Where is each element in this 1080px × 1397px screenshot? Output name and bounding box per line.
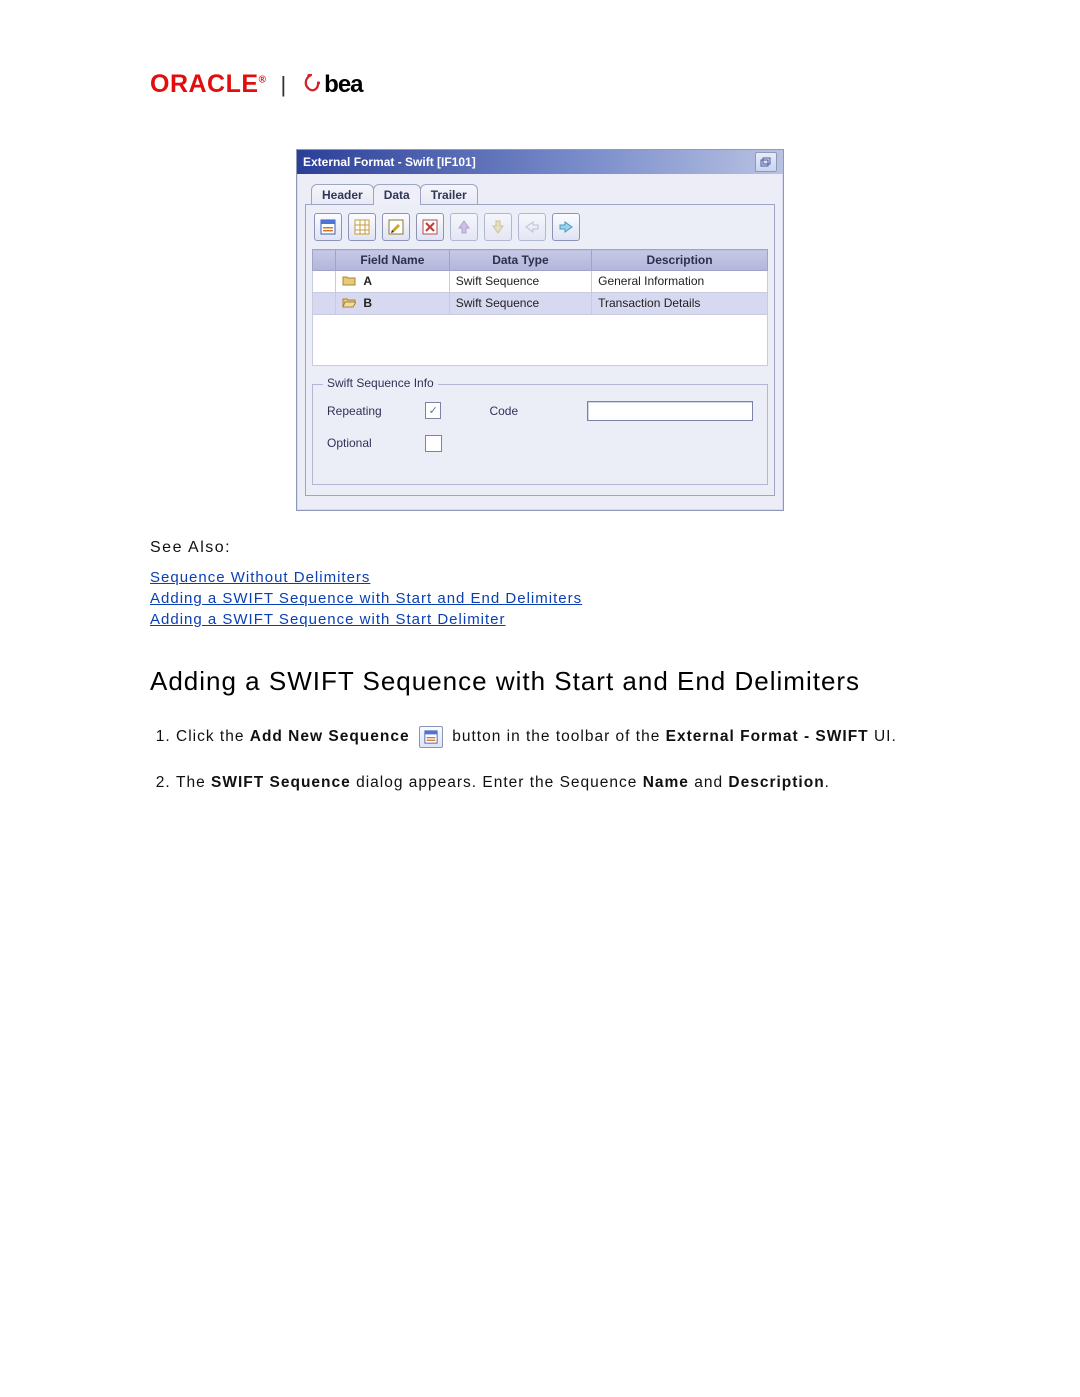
field-data-type: Swift Sequence [449, 271, 591, 293]
arrow-down-icon [491, 219, 505, 235]
restore-icon [760, 157, 772, 167]
folder-icon [342, 275, 356, 289]
field-description: General Information [592, 271, 768, 293]
step-bold: Description [728, 774, 824, 791]
field-description: Transaction Details [592, 292, 768, 314]
col-field-name: Field Name [336, 250, 450, 271]
optional-label: Optional [327, 436, 397, 450]
data-panel: Field Name Data Type Description [305, 204, 775, 496]
move-down-button[interactable] [484, 213, 512, 241]
arrow-up-icon [457, 219, 471, 235]
tab-data[interactable]: Data [373, 184, 421, 205]
step-text: . [825, 774, 830, 791]
move-up-button[interactable] [450, 213, 478, 241]
step-bold: Name [643, 774, 689, 791]
col-blank [313, 250, 336, 271]
move-right-button[interactable] [552, 213, 580, 241]
bea-logo: bea [300, 71, 362, 99]
step-bold: Add New Sequence [250, 728, 410, 745]
fieldset-legend: Swift Sequence Info [323, 376, 438, 390]
toolbar [312, 211, 768, 249]
step-2: The SWIFT Sequence dialog appears. Enter… [176, 771, 930, 796]
edit-button[interactable] [382, 213, 410, 241]
col-data-type: Data Type [449, 250, 591, 271]
window-titlebar: External Format - Swift [IF101] [297, 150, 783, 174]
step-text: button in the toolbar of the [452, 728, 665, 745]
bea-swirl-icon [300, 73, 322, 99]
col-description: Description [592, 250, 768, 271]
inline-add-sequence-icon [419, 726, 443, 748]
field-name: A [363, 274, 372, 288]
grid-icon [354, 219, 370, 235]
tab-header[interactable]: Header [311, 184, 374, 205]
step-text: The [176, 774, 211, 791]
delete-button[interactable] [416, 213, 444, 241]
move-left-button[interactable] [518, 213, 546, 241]
code-label: Code [489, 404, 559, 418]
table-header-row: Field Name Data Type Description [313, 250, 768, 271]
window-title: External Format - Swift [IF101] [303, 155, 476, 169]
step-1: Click the Add New Sequence button in the… [176, 725, 930, 750]
step-bold: SWIFT Sequence [211, 774, 351, 791]
field-name: B [363, 296, 372, 310]
external-format-window: External Format - Swift [IF101] Header D… [296, 149, 784, 511]
new-sequence-icon [320, 219, 336, 235]
step-text: UI. [869, 728, 897, 745]
see-also-heading: See Also: [150, 539, 930, 557]
tab-trailer[interactable]: Trailer [420, 184, 478, 205]
arrow-right-icon [558, 220, 574, 234]
steps-list: Click the Add New Sequence button in the… [150, 725, 930, 797]
folder-open-icon [342, 297, 356, 311]
swift-sequence-info: Swift Sequence Info Repeating ✓ Code Opt… [312, 384, 768, 485]
logo-separator: | [280, 72, 286, 98]
logo-row: ORACLE® | bea [150, 70, 930, 99]
window-body: Header Data Trailer [297, 174, 783, 510]
optional-checkbox[interactable] [425, 435, 442, 452]
link-sequence-without-delimiters[interactable]: Sequence Without Delimiters [150, 569, 930, 586]
page: ORACLE® | bea External Format - Swift [I… [0, 0, 1080, 1397]
arrow-left-icon [524, 220, 540, 234]
link-start-end-delimiters[interactable]: Adding a SWIFT Sequence with Start and E… [150, 590, 930, 607]
table-filler [313, 314, 768, 365]
field-data-type: Swift Sequence [449, 292, 591, 314]
add-field-button[interactable] [348, 213, 376, 241]
tab-strip: Header Data Trailer [311, 184, 775, 205]
window-restore-button[interactable] [755, 152, 777, 172]
repeating-checkbox[interactable]: ✓ [425, 402, 441, 419]
section-title: Adding a SWIFT Sequence with Start and E… [150, 666, 930, 697]
fields-table: Field Name Data Type Description [312, 249, 768, 366]
oracle-logo: ORACLE® [150, 70, 266, 99]
step-bold: External Format - SWIFT [666, 728, 869, 745]
link-start-delimiter[interactable]: Adding a SWIFT Sequence with Start Delim… [150, 611, 930, 628]
table-row[interactable]: B Swift Sequence Transaction Details [313, 292, 768, 314]
table-row[interactable]: A Swift Sequence General Information [313, 271, 768, 293]
code-input[interactable] [587, 401, 753, 421]
repeating-label: Repeating [327, 404, 397, 418]
step-text: Click the [176, 728, 250, 745]
delete-icon [422, 219, 438, 235]
step-text: dialog appears. Enter the Sequence [351, 774, 643, 791]
see-also-links: Sequence Without Delimiters Adding a SWI… [150, 569, 930, 628]
edit-icon [388, 219, 404, 235]
add-sequence-button[interactable] [314, 213, 342, 241]
step-text: and [689, 774, 728, 791]
